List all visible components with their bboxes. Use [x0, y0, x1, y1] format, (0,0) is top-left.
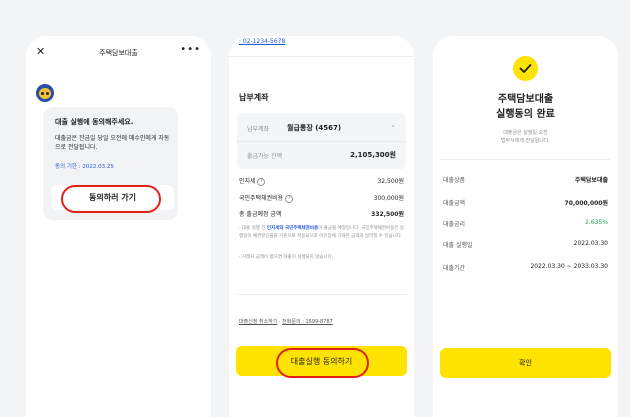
chevron-down-icon: ⌄ [390, 121, 396, 129]
account-label: 납부계좌 [247, 126, 270, 133]
fee-label: 국민주택채권비용 [239, 195, 284, 202]
confirm-button[interactable]: 확인 [440, 348, 611, 378]
complete-title: 주택담보대출 실행동의 완료 [433, 92, 618, 122]
detail-label: 대출 실행일 [443, 242, 473, 249]
fee-label: 인지세 [239, 178, 256, 185]
fee-row-stamp-tax: 인지세 ? 32,500원 [239, 176, 404, 186]
account-value: 월급통장 (4567) [287, 124, 342, 132]
footer-separator: · [278, 319, 281, 325]
detail-value: 2.635% [585, 219, 608, 226]
message-body: 대출금은 잔금일 당일 오전에 매수인에게 자동으로 전달됩니다. [55, 135, 170, 151]
fee-label: 총 출금예정 금액 [239, 211, 282, 218]
detail-row-product: 대출상품 주택담보대출 [443, 175, 608, 185]
deadline-text: 동의 기한 : 2022.03.25 [55, 164, 114, 170]
consent-screen: · 02-1234-5678 납부계좌 납부계좌 월급통장 (4567) ⌄ 출… [229, 36, 414, 417]
fee-value: 32,500원 [377, 178, 404, 185]
check-mark [519, 64, 532, 73]
complete-subtitle-line1: 대출금은 실행일 오전 [503, 130, 548, 136]
divider [229, 56, 414, 57]
detail-label: 대출상품 [443, 177, 466, 184]
go-consent-button[interactable]: 동의하러 가기 [51, 185, 174, 210]
notice-bold: 인지세와 국민주택채권비용 [266, 226, 319, 231]
notice-text: · 대출 실행 전 인지세와 국민주택채권비용이 출금될 예정입니다. 국민주택… [239, 225, 407, 241]
phone-link[interactable]: · 02-1234-5678 [239, 38, 285, 45]
account-selector[interactable]: 납부계좌 월급통장 (4567) ⌄ 출금가능 잔액 2,105,300원 [237, 113, 406, 169]
balance-value: 2,105,300원 [350, 151, 396, 159]
balance-label: 출금가능 잔액 [247, 153, 283, 160]
more-icon[interactable]: ••• [180, 44, 201, 55]
avatar-eye-icon [46, 92, 49, 95]
agree-execute-button[interactable]: 대출실행 동의하기 [236, 346, 407, 376]
fee-value: 300,000원 [373, 195, 404, 202]
bot-avatar [36, 84, 54, 102]
detail-row-amount: 대출금액 70,000,000원 [443, 198, 608, 208]
divider [441, 159, 610, 160]
detail-value: 2022.03.30 ~ 2033.03.30 [530, 263, 608, 270]
complete-subtitle-line2: 법무사에게 전달됩니다. [500, 138, 551, 144]
detail-value: 70,000,000원 [564, 200, 608, 207]
phone-inquiry-link[interactable]: 전화문의 : 1599-8787 [282, 319, 333, 325]
footer-links: 대출신청 취소하기 · 전화문의 : 1599-8787 [239, 318, 333, 325]
fee-value: 332,500원 [371, 211, 404, 218]
detail-value: 2022.03.30 [573, 240, 608, 247]
section-title: 납부계좌 [239, 93, 269, 102]
help-icon[interactable]: ? [257, 177, 266, 186]
help-icon[interactable]: ? [285, 194, 294, 203]
message-title: 대출 실행에 동의해주세요. [55, 118, 134, 126]
fee-row-total: 총 출금예정 금액 332,500원 [239, 209, 404, 219]
detail-row-period: 대출기간 2022.03.30 ~ 2033.03.30 [443, 263, 608, 273]
divider [237, 141, 406, 142]
notice-text-2: · 거래처 금액이 없으면 대출이 실행되지 않습니다. [239, 255, 334, 260]
detail-label: 대출금액 [443, 200, 466, 207]
detail-label: 대출기간 [443, 265, 466, 272]
chat-screen: ✕ 주택담보대출 ••• 대출 실행에 동의해주세요. 대출금은 잔금일 당일 … [26, 36, 211, 417]
fee-row-bond: 국민주택채권비용 ? 300,000원 [239, 193, 404, 203]
detail-row-exec-date: 대출 실행일 2022.03.30 [443, 240, 608, 250]
complete-screen: 주택담보대출 실행동의 완료 대출금은 실행일 오전 법무사에게 전달됩니다. … [433, 36, 618, 417]
divider [237, 294, 406, 295]
complete-title-line2: 실행동의 완료 [496, 109, 555, 120]
check-icon [513, 56, 538, 81]
detail-row-rate: 대출금리 2.635% [443, 219, 608, 229]
detail-label: 대출금리 [443, 221, 466, 228]
avatar-eye-icon [41, 92, 44, 95]
complete-title-line1: 주택담보대출 [497, 94, 554, 105]
detail-value: 주택담보대출 [574, 177, 608, 184]
complete-subtitle: 대출금은 실행일 오전 법무사에게 전달됩니다. [433, 129, 618, 145]
cancel-loan-link[interactable]: 대출신청 취소하기 [239, 319, 277, 325]
top-bar: ✕ 주택담보대출 ••• [26, 44, 211, 64]
message-bubble: 대출 실행에 동의해주세요. 대출금은 잔금일 당일 오전에 매수인에게 자동으… [43, 107, 178, 220]
notice-pre: · 대출 실행 전 [239, 226, 267, 231]
avatar-face-icon [39, 88, 51, 99]
